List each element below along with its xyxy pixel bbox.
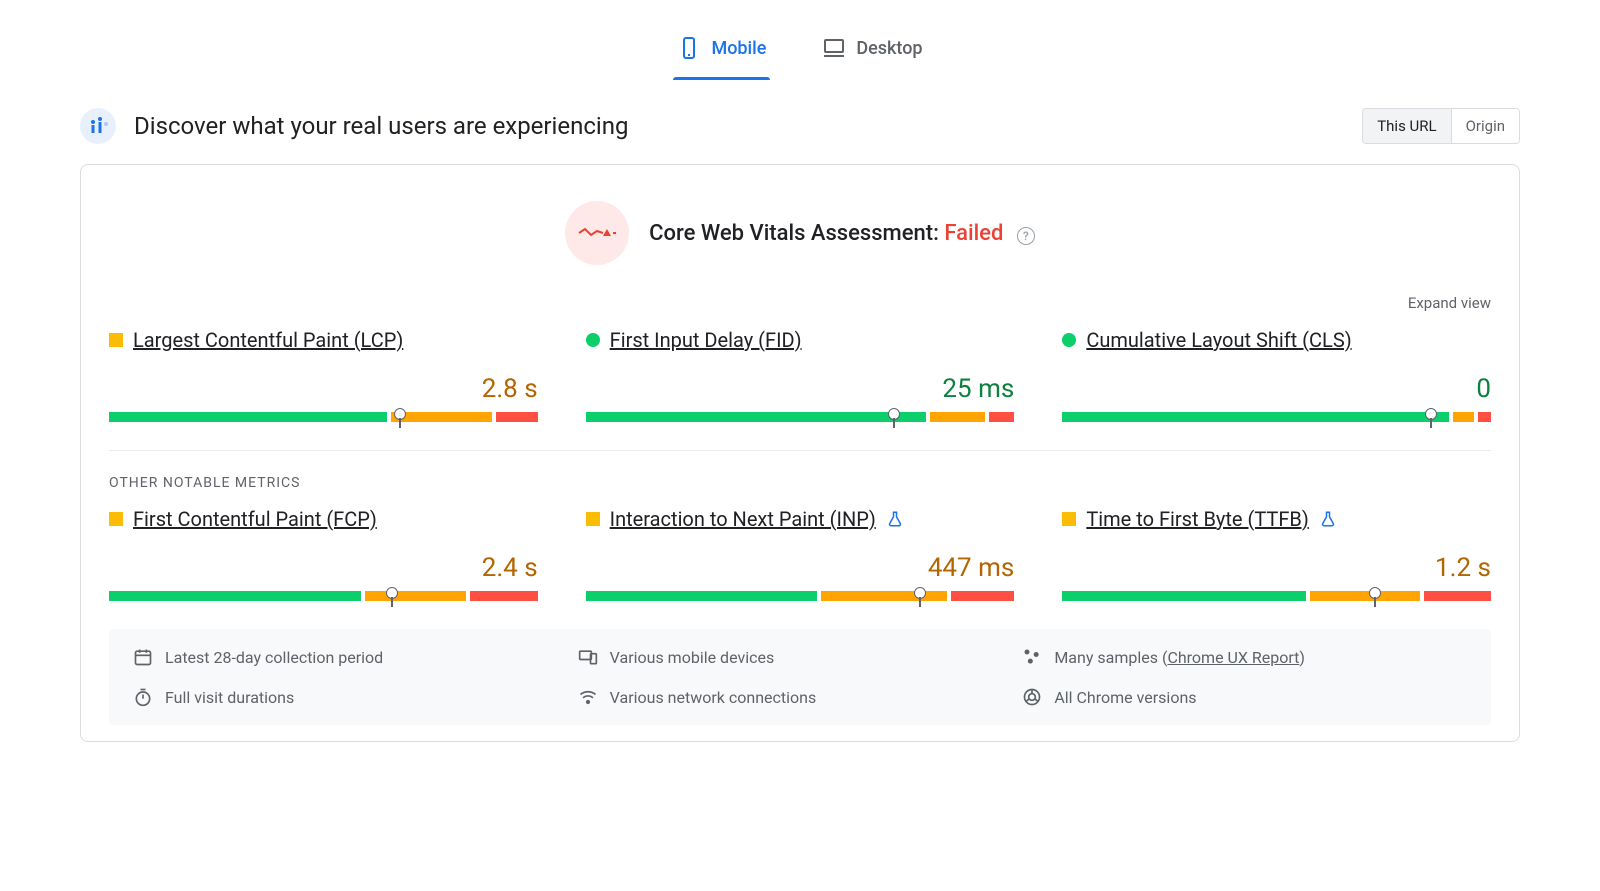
- device-tabs: Mobile Desktop: [80, 0, 1520, 80]
- metric-lcp-gauge: [109, 412, 538, 422]
- gauge-marker-icon: [890, 408, 898, 426]
- metric-cls-gauge: [1062, 412, 1491, 422]
- gauge-needs-improvement: [1310, 591, 1419, 601]
- tab-mobile-label: Mobile: [711, 38, 766, 59]
- metric-lcp-value: 2.8 s: [109, 374, 538, 404]
- gauge-good: [586, 412, 927, 422]
- status-dot-icon: [1062, 333, 1076, 347]
- assessment-fail-icon: [565, 201, 629, 265]
- gauge-poor: [1478, 412, 1491, 422]
- footer-devices: Various mobile devices: [578, 647, 1023, 667]
- metric-inp: Interaction to Next Paint (INP) 447 ms: [586, 507, 1015, 601]
- tab-mobile[interactable]: Mobile: [673, 24, 770, 80]
- tab-desktop[interactable]: Desktop: [818, 24, 926, 80]
- gauge-poor: [496, 412, 538, 422]
- footer-period: Latest 28-day collection period: [133, 647, 578, 667]
- gauge-good: [109, 591, 361, 601]
- gauge-poor: [951, 591, 1014, 601]
- gauge-good: [109, 412, 387, 422]
- tab-desktop-label: Desktop: [856, 38, 922, 59]
- metric-ttfb-gauge: [1062, 591, 1491, 601]
- metric-fcp-name-link[interactable]: First Contentful Paint (FCP): [133, 507, 377, 531]
- page-title: Discover what your real users are experi…: [134, 112, 628, 140]
- status-square-icon: [109, 512, 123, 526]
- help-icon[interactable]: ?: [1017, 227, 1035, 245]
- wifi-icon: [578, 687, 598, 707]
- gauge-needs-improvement: [1453, 412, 1474, 422]
- chrome-icon: [1022, 687, 1042, 707]
- assessment-label: Core Web Vitals Assessment:: [649, 221, 939, 246]
- gauge-needs-improvement: [821, 591, 947, 601]
- divider: [109, 450, 1491, 451]
- scope-toggle: This URL Origin: [1362, 108, 1520, 144]
- devices-icon: [578, 647, 598, 667]
- calendar-icon: [133, 647, 153, 667]
- mobile-icon: [677, 36, 701, 60]
- gauge-poor: [470, 591, 537, 601]
- scope-this-url-button[interactable]: This URL: [1363, 109, 1451, 143]
- metric-inp-value: 447 ms: [586, 553, 1015, 583]
- gauge-marker-icon: [388, 587, 396, 605]
- experimental-icon: [1319, 510, 1337, 528]
- status-dot-icon: [586, 333, 600, 347]
- metric-inp-gauge: [586, 591, 1015, 601]
- field-data-card: Core Web Vitals Assessment: Failed ? Exp…: [80, 164, 1520, 742]
- status-square-icon: [586, 512, 600, 526]
- status-square-icon: [1062, 512, 1076, 526]
- status-square-icon: [109, 333, 123, 347]
- gauge-good: [586, 591, 817, 601]
- gauge-marker-icon: [916, 587, 924, 605]
- metric-fcp: First Contentful Paint (FCP) 2.4 s: [109, 507, 538, 601]
- metric-lcp: Largest Contentful Paint (LCP) 2.8 s: [109, 328, 538, 422]
- footer-network: Various network connections: [578, 687, 1023, 707]
- metric-ttfb: Time to First Byte (TTFB) 1.2 s: [1062, 507, 1491, 601]
- desktop-icon: [822, 36, 846, 60]
- footer-samples: Many samples (Chrome UX Report): [1022, 647, 1467, 667]
- gauge-good: [1062, 412, 1449, 422]
- other-metrics-grid: First Contentful Paint (FCP) 2.4 s Inter…: [109, 507, 1491, 601]
- crux-icon: [80, 108, 116, 144]
- gauge-poor: [989, 412, 1014, 422]
- scope-origin-button[interactable]: Origin: [1452, 109, 1519, 143]
- metric-fcp-gauge: [109, 591, 538, 601]
- metric-ttfb-value: 1.2 s: [1062, 553, 1491, 583]
- experimental-icon: [886, 510, 904, 528]
- gauge-good: [1062, 591, 1306, 601]
- assessment-text: Core Web Vitals Assessment: Failed ?: [649, 221, 1035, 246]
- expand-view-link[interactable]: Expand view: [1408, 294, 1491, 312]
- gauge-marker-icon: [1371, 587, 1379, 605]
- metric-cls: Cumulative Layout Shift (CLS) 0: [1062, 328, 1491, 422]
- metric-fid-value: 25 ms: [586, 374, 1015, 404]
- metric-fcp-value: 2.4 s: [109, 553, 538, 583]
- metric-fid-gauge: [586, 412, 1015, 422]
- data-source-footer: Latest 28-day collection period Various …: [109, 629, 1491, 725]
- samples-icon: [1022, 647, 1042, 667]
- stopwatch-icon: [133, 687, 153, 707]
- chrome-ux-report-link[interactable]: Chrome UX Report: [1167, 648, 1299, 667]
- gauge-marker-icon: [1427, 408, 1435, 426]
- metric-fid-name-link[interactable]: First Input Delay (FID): [610, 328, 802, 352]
- gauge-needs-improvement: [365, 591, 466, 601]
- gauge-poor: [1424, 591, 1491, 601]
- assessment-status: Failed: [944, 221, 1003, 246]
- other-metrics-label: OTHER NOTABLE METRICS: [109, 475, 1491, 491]
- gauge-needs-improvement: [930, 412, 985, 422]
- metric-ttfb-name-link[interactable]: Time to First Byte (TTFB): [1086, 507, 1309, 531]
- metric-fid: First Input Delay (FID) 25 ms: [586, 328, 1015, 422]
- metric-cls-name-link[interactable]: Cumulative Layout Shift (CLS): [1086, 328, 1351, 352]
- footer-durations: Full visit durations: [133, 687, 578, 707]
- metric-inp-name-link[interactable]: Interaction to Next Paint (INP): [610, 507, 876, 531]
- core-metrics-grid: Largest Contentful Paint (LCP) 2.8 s Fir…: [109, 328, 1491, 422]
- metric-cls-value: 0: [1062, 374, 1491, 404]
- footer-versions: All Chrome versions: [1022, 687, 1467, 707]
- metric-lcp-name-link[interactable]: Largest Contentful Paint (LCP): [133, 328, 403, 352]
- gauge-marker-icon: [396, 408, 404, 426]
